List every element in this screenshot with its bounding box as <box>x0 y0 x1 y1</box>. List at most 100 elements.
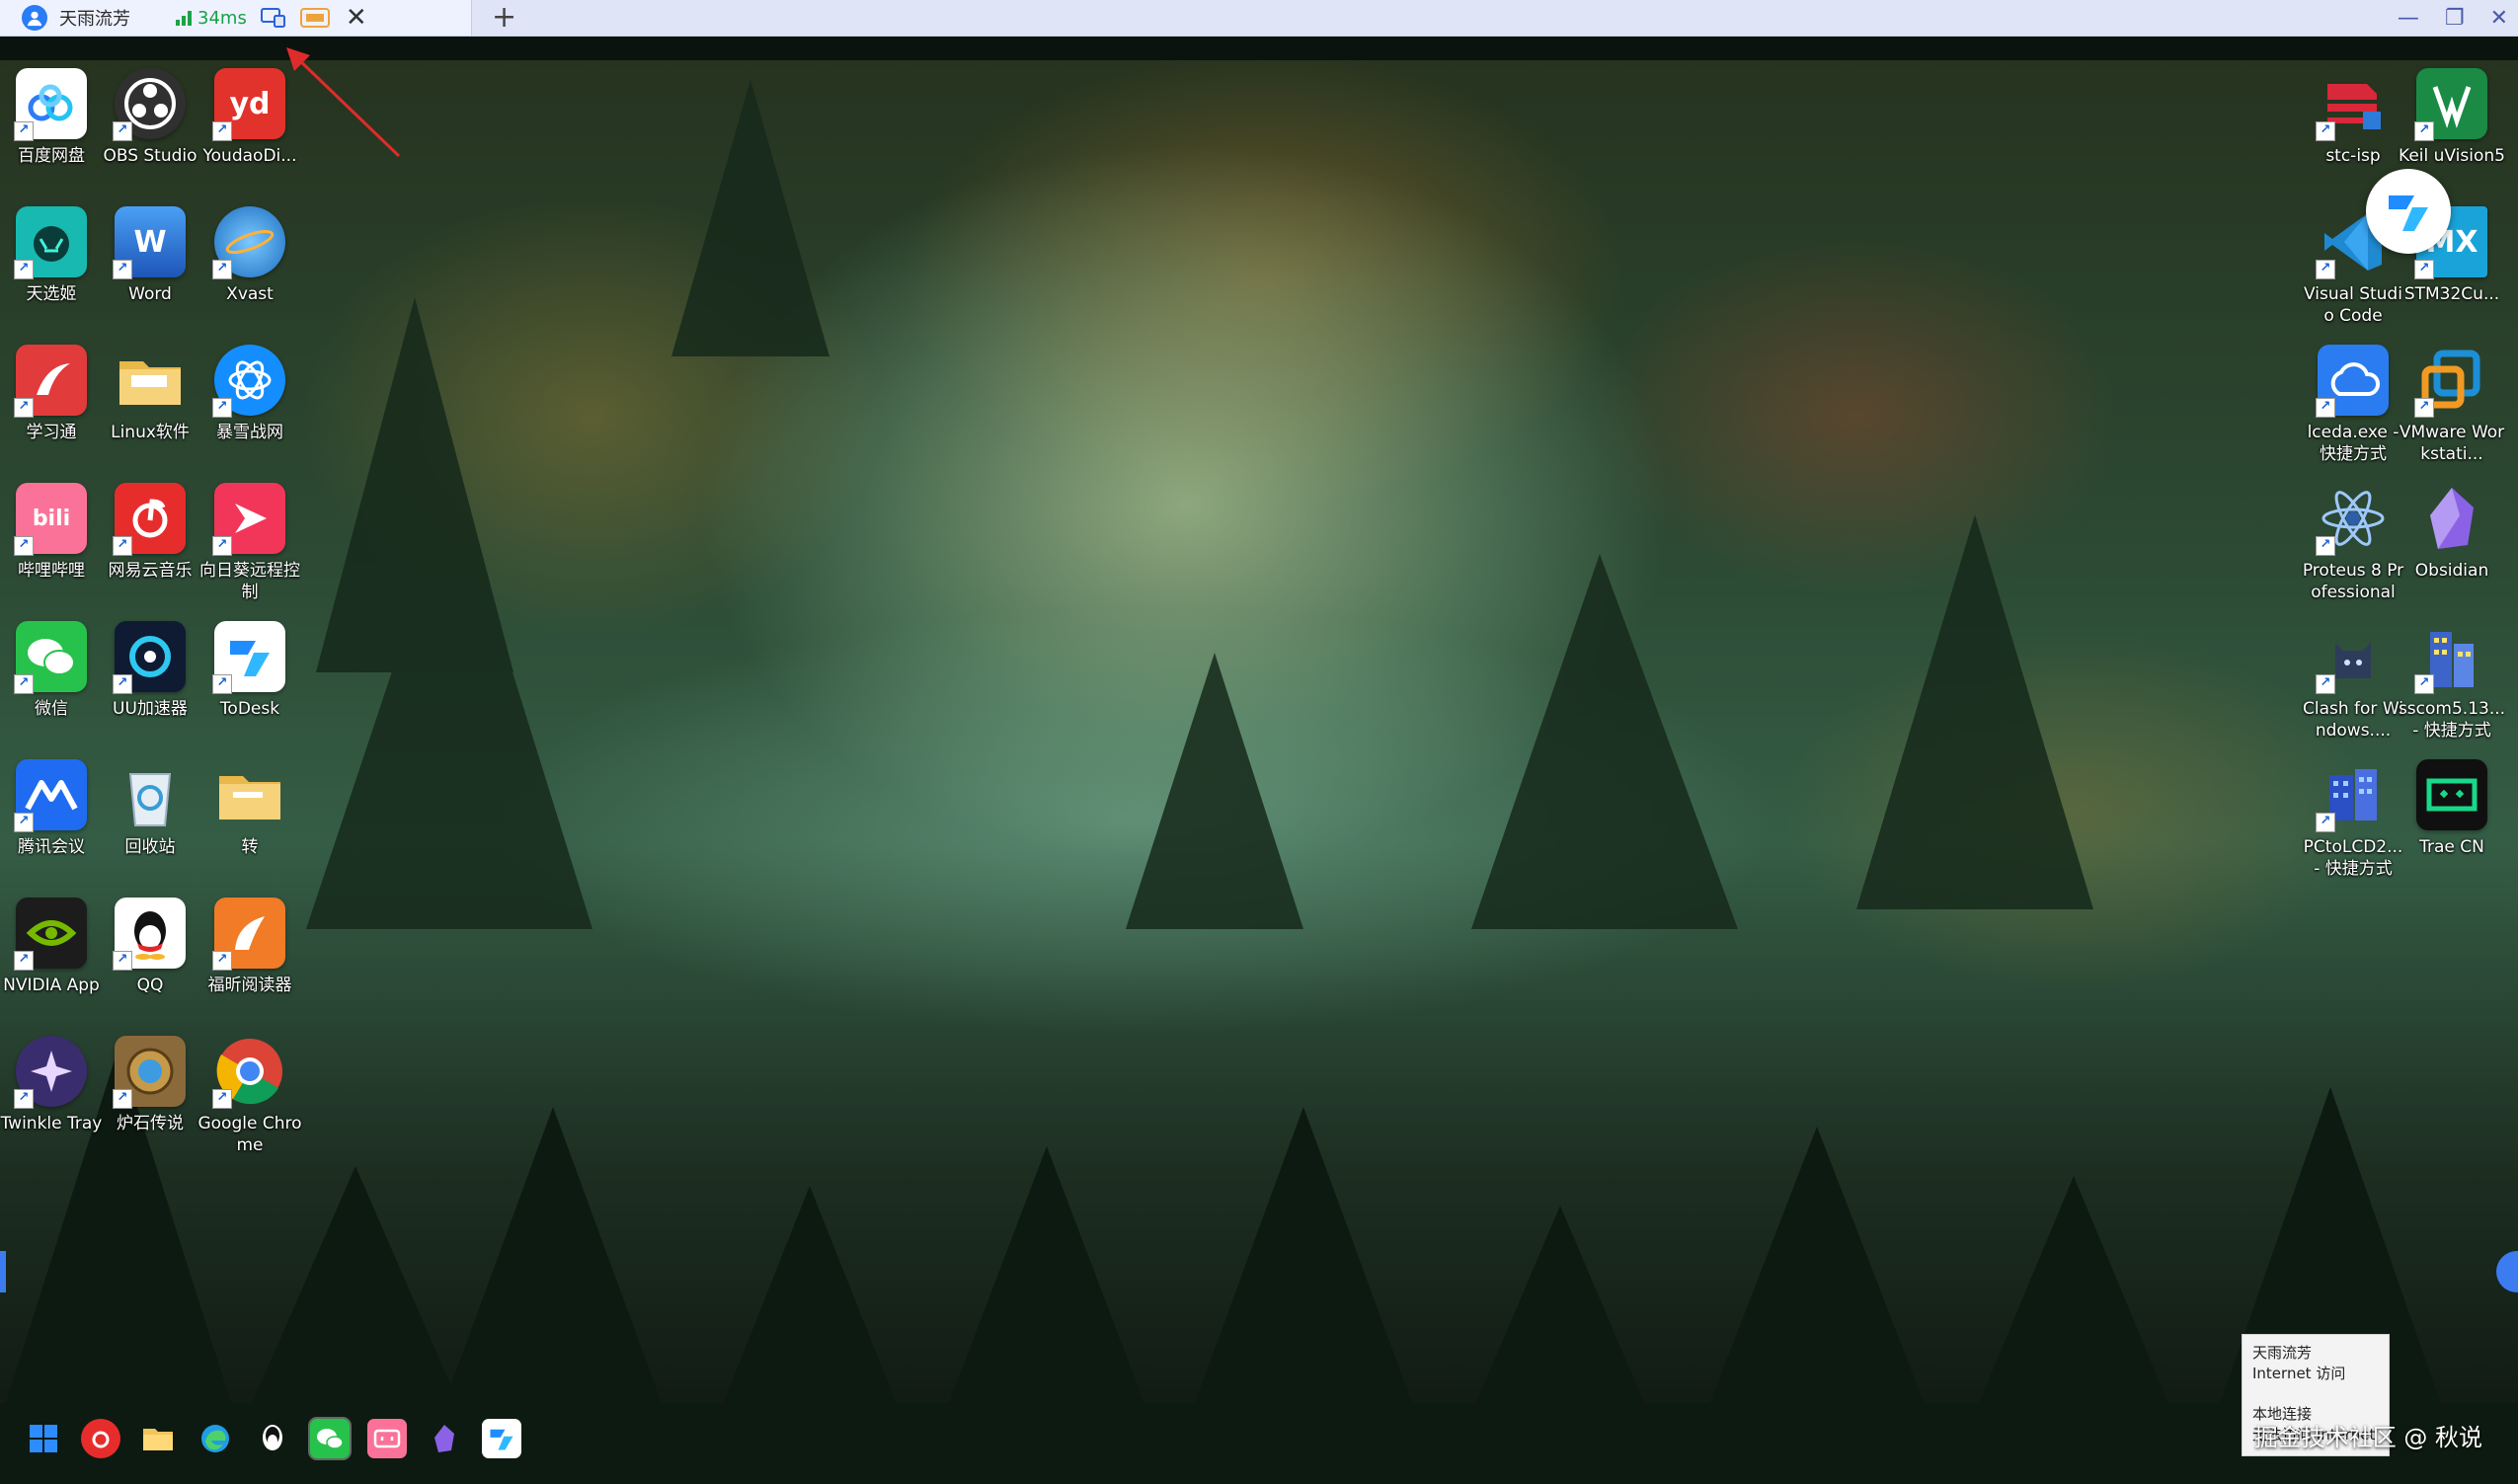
restore-icon[interactable]: ❐ <box>2445 6 2465 31</box>
foxit-reader-icon: ↗ <box>212 898 285 971</box>
word-icon: W ↗ <box>113 206 186 279</box>
icon-label: Linux软件 <box>111 423 190 442</box>
icon-label: UU加速器 <box>113 699 188 719</box>
desktop-icon-xvast[interactable]: ↗ Xvast <box>196 206 304 305</box>
icon-label: Word <box>128 284 172 304</box>
nvidia-icon: ↗ <box>14 898 87 971</box>
icon-label: 哔哩哔哩 <box>18 561 85 581</box>
icon-label: Keil uVision5 <box>2399 146 2505 166</box>
icon-label: NVIDIA App <box>3 976 100 995</box>
todesk-floating-ball-icon[interactable] <box>2366 169 2451 254</box>
netease-music-icon: ↗ <box>113 483 186 556</box>
user-avatar-icon <box>22 5 47 31</box>
fhd-quality-icon[interactable] <box>299 5 330 31</box>
desktop-icon-clash[interactable]: ↗ Clash for Windows.... <box>2299 621 2407 742</box>
icon-label: Obsidian <box>2414 561 2489 581</box>
desktop-icon-sunlogin[interactable]: ↗ 向日葵远程控制 <box>196 483 304 603</box>
new-tab-icon[interactable]: + <box>492 3 516 33</box>
obsidian-icon <box>2416 483 2487 554</box>
desktop-icon-lceda[interactable]: ↗ lceda.exe - 快捷方式 <box>2299 345 2407 465</box>
desktop-icon-qq[interactable]: ↗ QQ <box>96 898 204 996</box>
icon-label: 向日葵远程控制 <box>199 561 300 602</box>
windows-start-icon[interactable] <box>24 1419 63 1458</box>
desktop-icon-stc-isp[interactable]: ↗ stc-isp <box>2299 68 2407 167</box>
icon-label: lceda.exe - 快捷方式 <box>2307 423 2400 464</box>
icon-label: 转 <box>241 837 259 857</box>
desktop-icon-wechat[interactable]: ↗ 微信 <box>0 621 106 720</box>
icon-label: OBS Studio <box>103 146 197 166</box>
desktop-icon-hearthstone[interactable]: ↗ 炉石传说 <box>96 1036 204 1134</box>
desktop-icon-uu-accelerator[interactable]: ↗ UU加速器 <box>96 621 204 720</box>
tooltip-network-status: Internet 访问 <box>2252 1365 2346 1382</box>
keil-icon: ↗ <box>2414 68 2487 141</box>
desktop-icon-trae[interactable]: Trae CN <box>2398 759 2506 858</box>
annotation-arrow-icon <box>286 47 401 158</box>
icon-label: QQ <box>136 976 164 995</box>
uu-accelerator-icon: ↗ <box>113 621 186 694</box>
icon-label: 百度网盘 <box>18 146 85 166</box>
minimize-icon[interactable]: — <box>2398 6 2419 31</box>
icon-label: 暴雪战网 <box>216 423 283 442</box>
qq-icon[interactable] <box>253 1419 292 1458</box>
desktop-icon-nvidia[interactable]: ↗ NVIDIA App <box>0 898 106 996</box>
desktop-icon-vmware[interactable]: ↗ VMware Workstati... <box>2398 345 2506 465</box>
desktop-icon-linux-folder[interactable]: Linux软件 <box>96 345 204 443</box>
wechat-icon: ↗ <box>14 621 87 694</box>
word-glyph: W <box>133 224 167 260</box>
watermark-text: 掘金技术社区 @ 秋说 <box>2253 1424 2482 1451</box>
qq-icon: ↗ <box>113 898 186 971</box>
icon-label: Xvast <box>226 284 274 304</box>
close-tab-icon[interactable]: ✕ <box>346 5 367 31</box>
icon-label: STM32Cu... <box>2403 284 2500 304</box>
taskbar <box>24 1417 521 1460</box>
todesk-icon[interactable] <box>482 1419 521 1458</box>
obsidian-icon[interactable] <box>425 1419 464 1458</box>
file-explorer-icon[interactable] <box>138 1419 178 1458</box>
desktop-icon-proteus[interactable]: ↗ Proteus 8 Professional <box>2299 483 2407 603</box>
desktop-icon-battlenet[interactable]: ↗ 暴雪战网 <box>196 345 304 443</box>
desktop-icon-tianxuanji[interactable]: ↗ 天选姬 <box>0 206 106 305</box>
folder-icon <box>115 345 186 416</box>
desktop-icon-recycle-bin[interactable]: 回收站 <box>96 759 204 858</box>
xvast-icon: ↗ <box>212 206 285 279</box>
icon-label: Google Chrome <box>197 1114 302 1155</box>
netease-music-icon[interactable] <box>81 1419 120 1458</box>
desktop-icon-bilibili[interactable]: bili ↗ 哔哩哔哩 <box>0 483 106 582</box>
todesk-icon: ↗ <box>212 621 285 694</box>
tooltip-network-name: 天雨流芳 <box>2252 1344 2313 1362</box>
screen-switch-icon[interactable] <box>259 5 288 31</box>
icon-label: Visual Studio Code <box>2304 284 2402 326</box>
desktop-icon-obs[interactable]: ↗ OBS Studio <box>96 68 204 167</box>
icon-label: 微信 <box>35 699 68 719</box>
desktop-icon-xuexitong[interactable]: ↗ 学习通 <box>0 345 106 443</box>
desktop-icon-foxit[interactable]: ↗ 福昕阅读器 <box>196 898 304 996</box>
bilibili-icon[interactable] <box>367 1419 407 1458</box>
desktop-icon-keil[interactable]: ↗ Keil uVision5 <box>2398 68 2506 167</box>
bilibili-icon: bili ↗ <box>14 483 87 556</box>
wechat-icon[interactable] <box>308 1417 352 1460</box>
pctolcd-icon: ↗ <box>2316 759 2389 832</box>
desktop-icon-twinkle-tray[interactable]: ↗ Twinkle Tray <box>0 1036 106 1134</box>
desktop-icon-todesk[interactable]: ↗ ToDesk <box>196 621 304 720</box>
icon-label: 回收站 <box>124 837 176 857</box>
icon-label: Twinkle Tray <box>0 1114 103 1133</box>
hearthstone-icon: ↗ <box>113 1036 186 1109</box>
icon-label: sscom5.13... - 快捷方式 <box>2398 699 2506 741</box>
icon-label: VMware Workstati... <box>2399 423 2505 464</box>
session-tab[interactable]: 天雨流芳 34ms ✕ <box>0 0 472 36</box>
desktop-icon-obsidian[interactable]: Obsidian <box>2398 483 2506 582</box>
baidu-netdisk-icon: ↗ <box>14 68 87 141</box>
edge-icon[interactable] <box>196 1419 235 1458</box>
latency-value: 34ms <box>197 7 247 29</box>
desktop-icon-netease-music[interactable]: ↗ 网易云音乐 <box>96 483 204 582</box>
close-window-icon[interactable]: ✕ <box>2490 6 2508 31</box>
desktop-icon-zhuan-folder[interactable]: 转 <box>196 759 304 858</box>
desktop-icon-chrome[interactable]: ↗ Google Chrome <box>196 1036 304 1156</box>
desktop-icon-sscom[interactable]: ↗ sscom5.13... - 快捷方式 <box>2398 621 2506 742</box>
desktop-icon-tencent-meeting[interactable]: ↗ 腾讯会议 <box>0 759 106 858</box>
sscom-icon: ↗ <box>2414 621 2487 694</box>
desktop-icon-pctolcd[interactable]: ↗ PCtoLCD2... - 快捷方式 <box>2299 759 2407 880</box>
desktop-icon-baidu-netdisk[interactable]: ↗ 百度网盘 <box>0 68 106 167</box>
desktop-icon-word[interactable]: W ↗ Word <box>96 206 204 305</box>
battlenet-icon: ↗ <box>212 345 285 418</box>
